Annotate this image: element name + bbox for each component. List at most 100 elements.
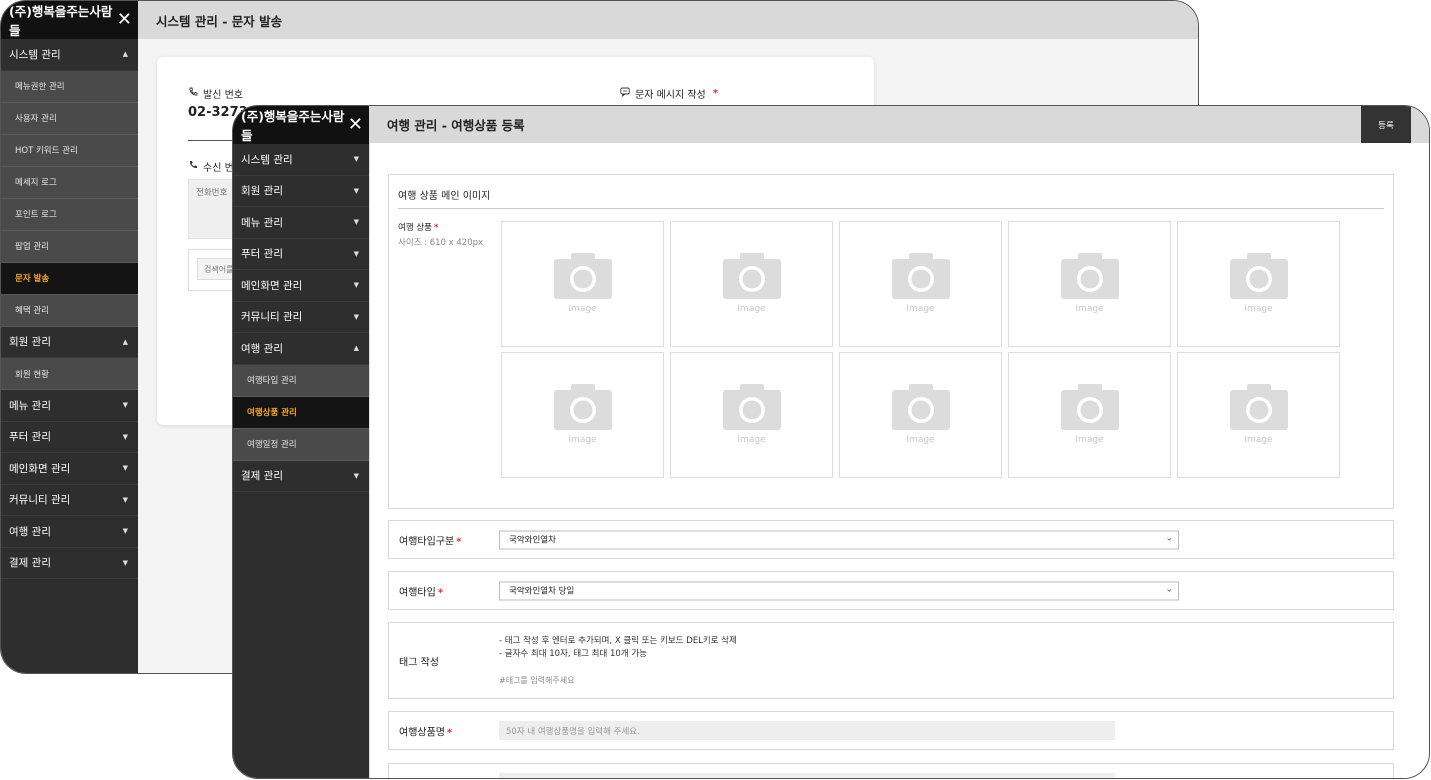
front-close-icon[interactable]: ✕ — [348, 116, 363, 134]
type-category-select[interactable]: 국악와인열차 ⌄ — [499, 530, 1179, 549]
front-sidebar: (주)행복을주는사람들 ✕ 시스템 관리 ▼ 회원 관리 ▼ 메뉴 관리 ▼ 푸터 관리 ▼ 메… — [233, 106, 369, 778]
size-note: 사이즈 : 610 x 420px — [398, 238, 484, 248]
sidebar-item-16[interactable]: 결제 관리 ▼ — [1, 548, 138, 579]
sidebar-item-6[interactable]: 여행 관리 ▲ — [233, 333, 369, 365]
sidebar-item-14[interactable]: 커뮤니티 관리 ▼ — [1, 485, 138, 516]
product-name-input[interactable]: 50자 내 여행상품명을 입력해 주세요. — [499, 721, 1115, 740]
camera-icon — [1061, 253, 1119, 299]
sidebar-item-label: 회원 관리 — [241, 185, 283, 198]
sidebar-item-label: 메뉴 관리 — [241, 216, 283, 229]
image-upload-slot[interactable]: Image — [670, 221, 833, 347]
receiver-label-row: 수신 번 — [188, 159, 234, 174]
product-name-row: 여행상품명 * 50자 내 여행상품명을 입력해 주세요. — [388, 711, 1394, 750]
register-button[interactable]: 등록 — [1361, 106, 1411, 143]
sidebar-item-4[interactable]: 메인화면 관리 ▼ — [233, 270, 369, 302]
caret-up-icon: ▲ — [122, 50, 128, 59]
image-placeholder-label: Image — [906, 304, 935, 314]
tag-row: 태그 작성 - 태그 작성 후 엔터로 추가되며, X 클릭 또는 키보드 DE… — [388, 622, 1394, 699]
image-upload-slot[interactable]: Image — [670, 352, 833, 478]
camera-icon — [723, 253, 781, 299]
type-select[interactable]: 국악와인열차 당일 ⌄ — [499, 581, 1179, 600]
caret-down-icon: ▼ — [122, 558, 128, 567]
message-label-row: 문자 메시지 작성 * — [620, 86, 718, 101]
back-close-icon[interactable]: ✕ — [117, 11, 132, 29]
front-window: (주)행복을주는사람들 ✕ 시스템 관리 ▼ 회원 관리 ▼ 메뉴 관리 ▼ 푸터 관리 ▼ 메… — [232, 105, 1430, 779]
sidebar-item-5[interactable]: 커뮤니티 관리 ▼ — [233, 302, 369, 333]
type-value: 국악와인열차 당일 — [509, 586, 575, 597]
sidebar-item-11[interactable]: 메뉴 관리 ▼ — [1, 390, 138, 422]
image-upload-slot[interactable]: Image — [1008, 221, 1171, 347]
sidebar-subitem-7[interactable]: 여행타입 관리 — [233, 364, 369, 397]
name-label-wrap: 여행상품명 * — [399, 723, 452, 738]
sidebar-subitem-8[interactable]: 여행상품 관리 — [233, 396, 369, 429]
front-page-title: 여행 관리 - 여행상품 등록 — [387, 118, 525, 133]
type-category-label-wrap: 여행타입구분 * — [399, 532, 461, 547]
sidebar-item-label: 여행 관리 — [241, 342, 283, 355]
caret-down-icon: ▼ — [353, 186, 359, 195]
sidebar-item-label: 메세지 로그 — [15, 178, 57, 188]
front-content: 여행 상품 메인 이미지 여행 상품 * 사이즈 : 610 x 420px Im… — [369, 143, 1412, 778]
sidebar-subitem-2[interactable]: 사용자 관리 — [1, 102, 138, 135]
product-label: 여행 상품 — [398, 223, 432, 233]
sidebar-subitem-6[interactable]: 팝업 관리 — [1, 230, 138, 263]
caret-down-icon: ▼ — [122, 464, 128, 473]
back-topbar: 시스템 관리 - 문자 발송 — [138, 1, 1198, 39]
camera-icon — [1061, 384, 1119, 430]
sidebar-subitem-3[interactable]: HOT 키워드 관리 — [1, 134, 138, 167]
sidebar-item-label: 푸터 관리 — [9, 431, 51, 444]
caret-down-icon: ▼ — [122, 401, 128, 410]
message-label: 문자 메시지 작성 — [635, 90, 706, 101]
caret-down-icon: ▼ — [122, 495, 128, 504]
sidebar-item-label: 여행일정 관리 — [247, 440, 297, 450]
image-upload-slot[interactable]: Image — [1008, 352, 1171, 478]
image-section-title: 여행 상품 메인 이미지 — [398, 191, 491, 202]
caret-down-icon: ▼ — [122, 527, 128, 536]
image-upload-slot[interactable]: Image — [839, 352, 1002, 478]
sidebar-item-0[interactable]: 시스템 관리 ▼ — [233, 144, 369, 176]
sidebar-item-0[interactable]: 시스템 관리 ▲ — [1, 39, 138, 71]
sidebar-subitem-10[interactable]: 회원 현황 — [1, 358, 138, 390]
camera-icon — [892, 384, 950, 430]
sidebar-item-3[interactable]: 푸터 관리 ▼ — [233, 239, 369, 270]
image-placeholder-label: Image — [1244, 304, 1273, 314]
sender-label-row: 발신 번호 — [188, 86, 243, 101]
sidebar-item-12[interactable]: 푸터 관리 ▼ — [1, 422, 138, 453]
next-row-input[interactable] — [499, 773, 1115, 778]
image-upload-slot[interactable]: Image — [1177, 352, 1340, 478]
tag-input[interactable]: #태그를 입력해주세요 — [499, 675, 575, 686]
sidebar-subitem-8[interactable]: 혜택 관리 — [1, 294, 138, 327]
sidebar-item-2[interactable]: 메뉴 관리 ▼ — [233, 207, 369, 239]
sidebar-item-15[interactable]: 여행 관리 ▼ — [1, 516, 138, 548]
image-upload-slot[interactable]: Image — [501, 221, 664, 347]
sidebar-subitem-9[interactable]: 여행일정 관리 — [233, 428, 369, 461]
back-page-title: 시스템 관리 - 문자 발송 — [156, 13, 283, 29]
sidebar-subitem-1[interactable]: 메뉴권한 관리 — [1, 70, 138, 103]
sidebar-item-10[interactable]: 결제 관리 ▼ — [233, 461, 369, 492]
sidebar-subitem-5[interactable]: 포인트 로그 — [1, 198, 138, 231]
image-section: 여행 상품 메인 이미지 여행 상품 * 사이즈 : 610 x 420px Im… — [388, 174, 1394, 509]
image-placeholder-label: Image — [1075, 435, 1104, 445]
camera-icon — [554, 253, 612, 299]
search-placeholder: 검색어를 — [204, 265, 234, 274]
type-row: 여행타입 * 국악와인열차 당일 ⌄ — [388, 571, 1394, 610]
tag-label: 태그 작성 — [399, 657, 439, 668]
image-upload-slot[interactable]: Image — [501, 352, 664, 478]
sidebar-item-13[interactable]: 메인화면 관리 ▼ — [1, 453, 138, 485]
product-label-row: 여행 상품 * — [398, 221, 438, 233]
sidebar-subitem-4[interactable]: 메세지 로그 — [1, 166, 138, 199]
sidebar-item-label: 회원 관리 — [9, 336, 51, 349]
sidebar-item-label: 시스템 관리 — [9, 48, 61, 61]
sidebar-item-label: 문자 발송 — [15, 274, 50, 284]
sidebar-item-label: 결제 관리 — [9, 557, 51, 570]
camera-icon — [1230, 384, 1288, 430]
image-placeholder-label: Image — [737, 435, 766, 445]
sidebar-subitem-7[interactable]: 문자 발송 — [1, 262, 138, 295]
image-upload-slot[interactable]: Image — [839, 221, 1002, 347]
sidebar-item-9[interactable]: 회원 관리 ▲ — [1, 327, 138, 358]
sidebar-item-label: 사용자 관리 — [15, 114, 57, 124]
sidebar-item-label: 포인트 로그 — [15, 210, 57, 220]
image-upload-slot[interactable]: Image — [1177, 221, 1340, 347]
register-button-label: 등록 — [1378, 120, 1394, 131]
phone-out-icon — [188, 87, 198, 100]
sidebar-item-1[interactable]: 회원 관리 ▼ — [233, 176, 369, 207]
